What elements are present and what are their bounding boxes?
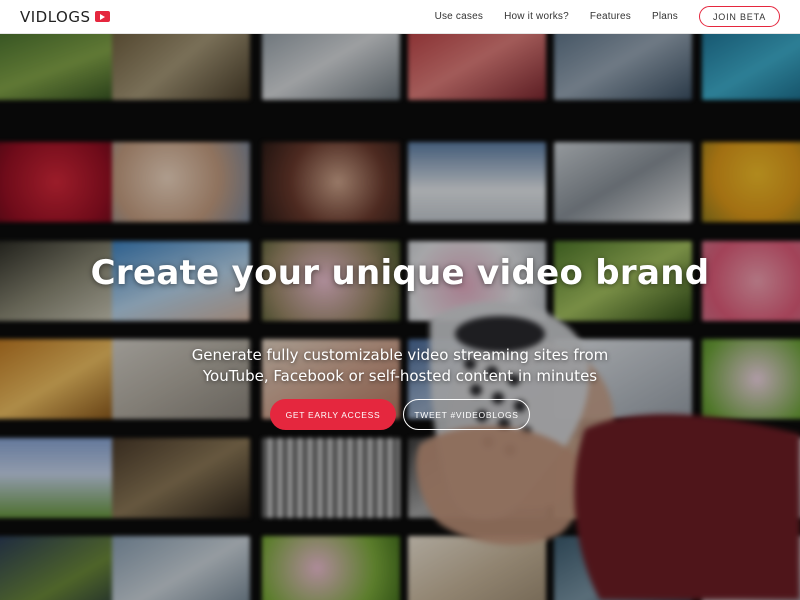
hero-title: Create your unique video brand	[90, 253, 710, 293]
hero-subtitle-line-2: YouTube, Facebook or self-hosted content…	[202, 367, 598, 385]
play-icon	[94, 11, 110, 22]
top-navbar: VIDLOGS Use cases How it works? Features…	[0, 0, 800, 34]
hero-subtitle: Generate fully customizable video stream…	[0, 345, 800, 387]
hero-content: Create your unique video brand Generate …	[0, 34, 800, 600]
brand-name: VIDLOGS	[20, 7, 91, 26]
tweet-videoblogs-button[interactable]: TWEET #VIDEOBLOGS	[403, 399, 530, 430]
nav-link-use-cases[interactable]: Use cases	[435, 11, 484, 22]
nav-links: Use cases How it works? Features Plans J…	[435, 6, 780, 27]
hero-subtitle-line-1: Generate fully customizable video stream…	[191, 346, 609, 364]
nav-link-plans[interactable]: Plans	[652, 11, 678, 22]
nav-link-features[interactable]: Features	[590, 11, 631, 22]
get-early-access-button[interactable]: GET EARLY ACCESS	[270, 399, 396, 430]
join-beta-button[interactable]: JOIN BETA	[699, 6, 780, 27]
brand-logo[interactable]: VIDLOGS	[20, 8, 110, 26]
hero-cta-row: GET EARLY ACCESS TWEET #VIDEOBLOGS	[0, 399, 800, 430]
nav-link-how-it-works[interactable]: How it works?	[504, 11, 569, 22]
hero-section: Create your unique video brand Generate …	[0, 34, 800, 600]
